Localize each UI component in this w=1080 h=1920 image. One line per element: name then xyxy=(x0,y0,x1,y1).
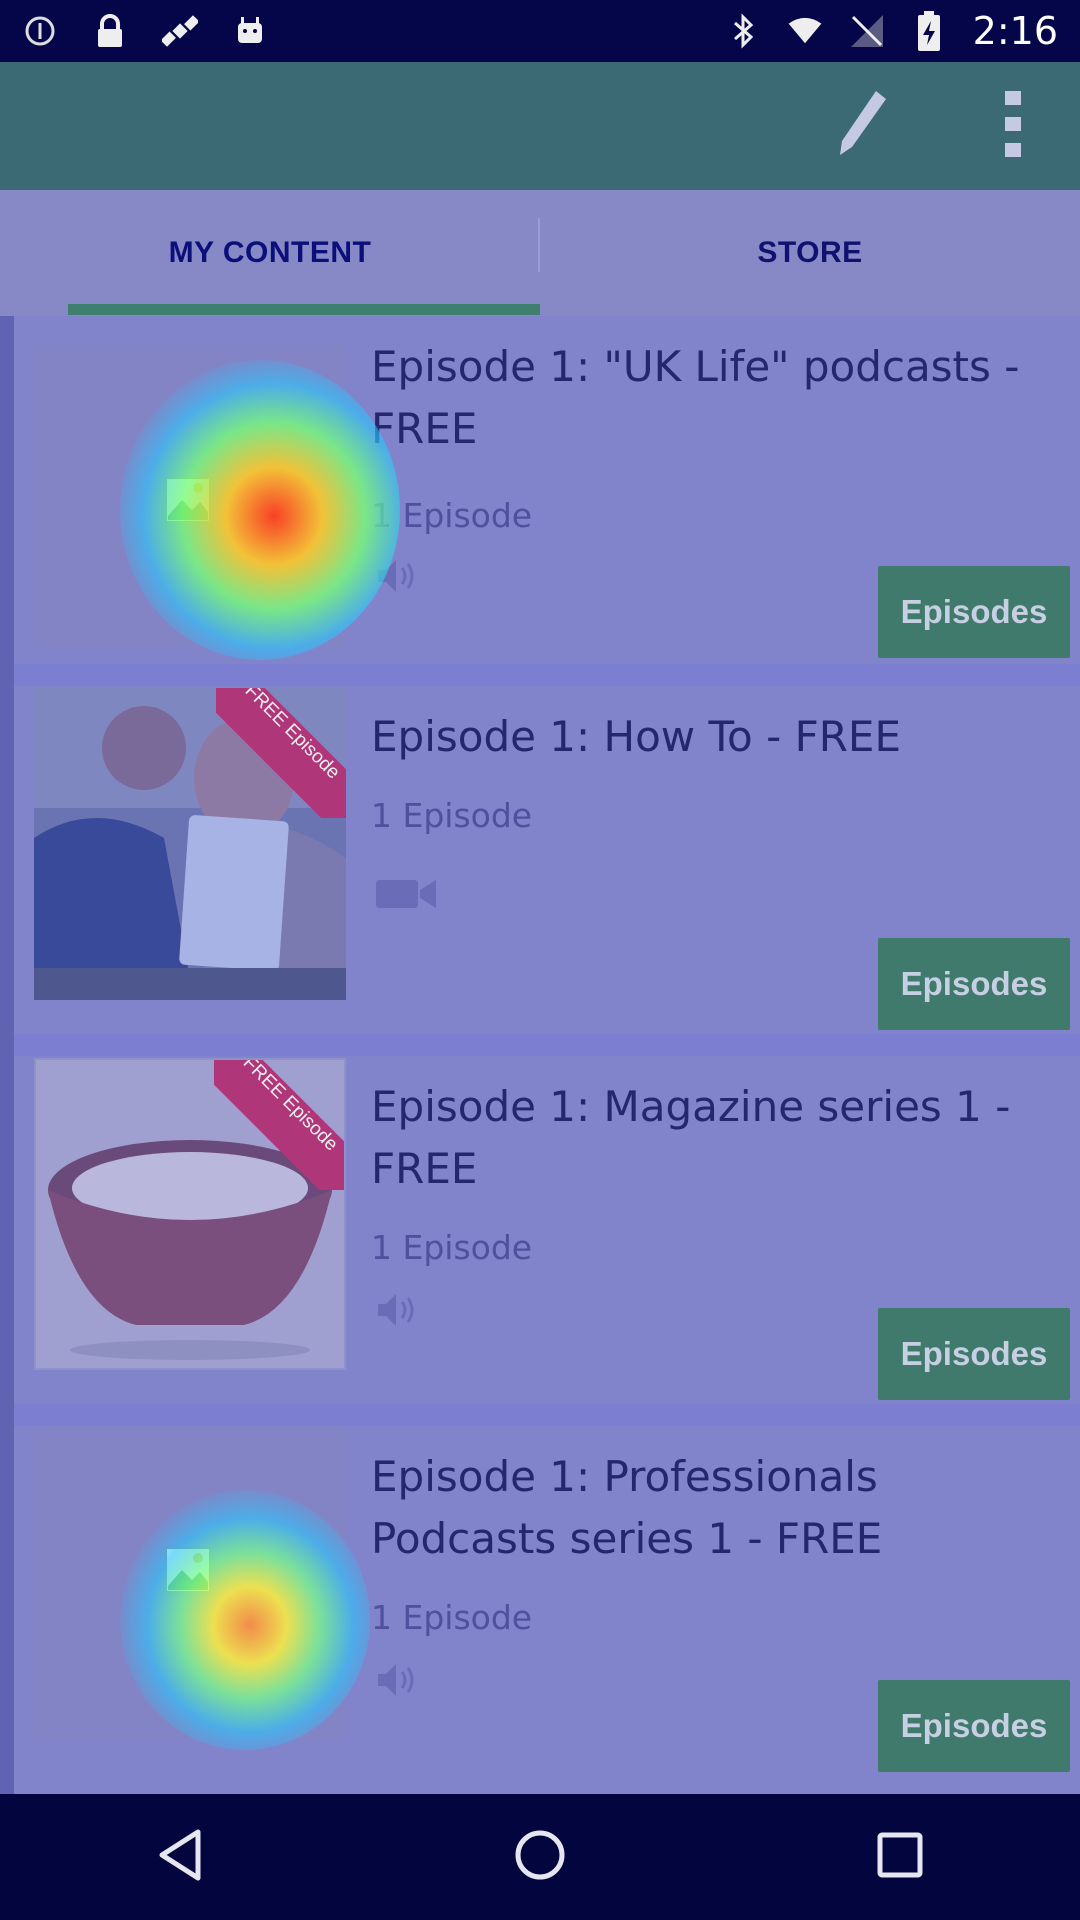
tab-label: STORE xyxy=(757,236,863,269)
episodes-button[interactable]: Episodes xyxy=(878,1680,1070,1772)
free-episode-ribbon: FREE Episode xyxy=(216,688,346,818)
audio-icon xyxy=(374,1290,438,1336)
edit-icon xyxy=(836,89,888,163)
no-signal-icon xyxy=(849,13,885,49)
overflow-menu-icon xyxy=(1004,89,1024,163)
info-circle-icon xyxy=(22,13,58,49)
item-title: Episode 1: Magazine series 1 - FREE xyxy=(371,1082,1011,1193)
navigation-bar xyxy=(0,1794,1080,1920)
lock-icon xyxy=(92,13,128,49)
episode-count: 1 Episode xyxy=(371,496,533,535)
tab-store[interactable]: STORE xyxy=(540,190,1080,316)
broken-image-icon xyxy=(164,1546,212,1594)
video-icon xyxy=(374,876,438,922)
episode-count: 1 Episode xyxy=(371,796,533,835)
episode-count: 1 Episode xyxy=(371,1228,533,1267)
list-item[interactable]: FREE Episode Episode 1: How To - FREE 1 … xyxy=(14,686,1080,1034)
tab-my-content[interactable]: MY CONTENT xyxy=(0,190,540,316)
home-icon xyxy=(513,1828,567,1886)
audio-icon xyxy=(374,556,438,602)
recents-icon xyxy=(876,1831,924,1883)
broken-image-icon xyxy=(164,476,212,524)
thumbnail xyxy=(34,1428,346,1740)
item-title: Episode 1: How To - FREE xyxy=(371,712,901,761)
audio-icon xyxy=(374,1660,438,1706)
clock: 2:16 xyxy=(972,9,1058,53)
content-list[interactable]: Episode 1: "UK Life" podcasts - FREE 1 E… xyxy=(0,316,1080,1794)
thumbnail: FREE Episode xyxy=(34,688,346,1000)
tab-bar: MY CONTENT STORE xyxy=(0,190,1080,316)
back-button[interactable] xyxy=(135,1812,225,1902)
episodes-button[interactable]: Episodes xyxy=(878,1308,1070,1400)
item-title: Episode 1: "UK Life" podcasts - FREE xyxy=(371,342,1020,453)
wifi-icon xyxy=(787,13,823,49)
thumbnail: FREE Episode xyxy=(34,1058,346,1370)
episodes-button[interactable]: Episodes xyxy=(878,938,1070,1030)
free-episode-ribbon: FREE Episode xyxy=(214,1060,344,1190)
episodes-button[interactable]: Episodes xyxy=(878,566,1070,658)
item-title: Episode 1: Professionals Podcasts series… xyxy=(371,1452,883,1563)
bluetooth-icon xyxy=(725,13,761,49)
tab-label: MY CONTENT xyxy=(168,236,372,269)
back-icon xyxy=(156,1828,204,1886)
edit-button[interactable] xyxy=(832,86,892,166)
recents-button[interactable] xyxy=(855,1812,945,1902)
list-item[interactable]: FREE Episode Episode 1: Magazine series … xyxy=(14,1056,1080,1404)
status-bar: 2:16 xyxy=(0,0,1080,62)
list-item[interactable]: Episode 1: Professionals Podcasts series… xyxy=(14,1426,1080,1794)
tab-indicator xyxy=(68,304,540,315)
home-button[interactable] xyxy=(495,1812,585,1902)
episode-count: 1 Episode xyxy=(371,1598,533,1637)
overflow-menu-button[interactable] xyxy=(984,86,1044,166)
android-icon xyxy=(232,13,268,49)
satellite-icon xyxy=(162,13,198,49)
thumbnail xyxy=(34,346,346,648)
list-item[interactable]: Episode 1: "UK Life" podcasts - FREE 1 E… xyxy=(14,316,1080,664)
battery-charging-icon xyxy=(911,11,947,51)
scroll-rail xyxy=(0,316,14,1794)
app-bar xyxy=(0,62,1080,190)
